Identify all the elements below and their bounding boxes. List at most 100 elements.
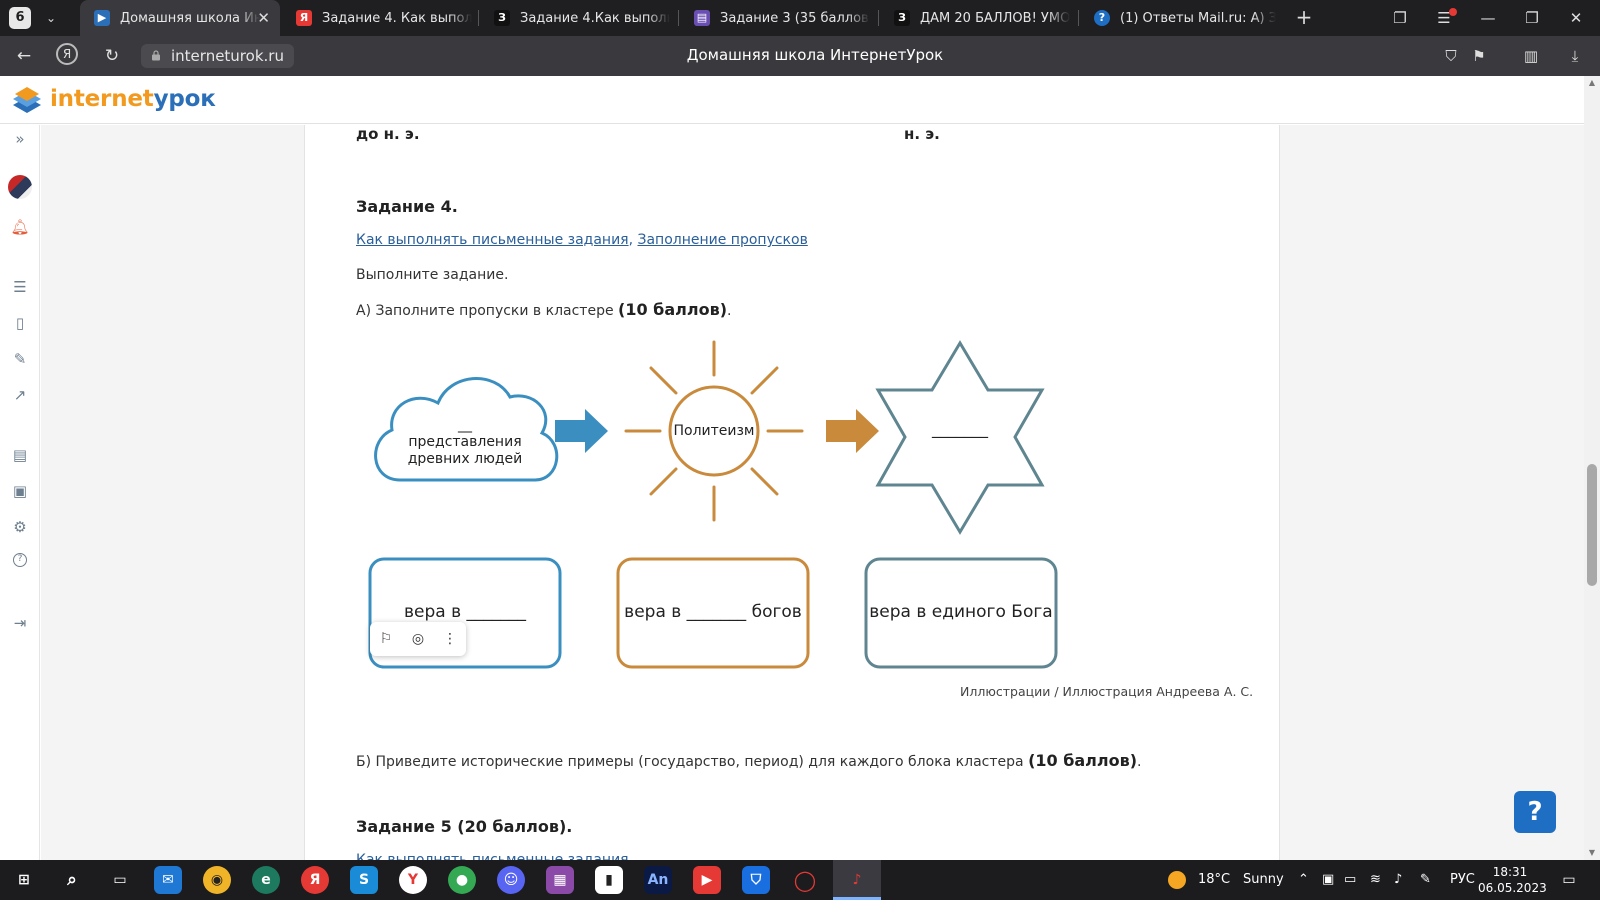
interneturok-logo-icon[interactable] (10, 83, 44, 117)
windows-taskbar: ⊞ ⌕ ▭ ✉ ◉ e Я S Y ● ☺ ▦ ▮ An ▶ ⛉ ◯ ♪ 18°… (0, 860, 1600, 900)
page-scrollbar[interactable]: ▲ ▼ (1584, 76, 1600, 860)
wallet-icon[interactable]: ▣ (10, 481, 30, 501)
bell-icon[interactable]: 🔔︎ (10, 217, 30, 237)
protect-icon[interactable]: ⛉ (1440, 45, 1462, 67)
mail-app-icon[interactable]: ✉ (154, 866, 182, 894)
clock-time: 18:31 (1492, 865, 1528, 879)
page-background-right (1280, 125, 1584, 860)
gear-icon[interactable]: ⚙ (10, 517, 30, 537)
bookmark-icon[interactable]: ⚑ (1468, 45, 1490, 67)
battery-icon[interactable]: ▭ (1344, 860, 1356, 900)
tab-separator (1078, 10, 1079, 26)
download-icon[interactable]: ⤓ (1564, 45, 1586, 67)
skype-icon[interactable]: S (350, 866, 378, 894)
bookmark-icon[interactable]: ⚐ (376, 629, 396, 649)
link-fill-gaps[interactable]: Заполнение пропусков (638, 232, 808, 248)
mail-answers-favicon: ? (1094, 10, 1110, 26)
reader-favicon: ▤ (694, 10, 710, 26)
wifi-icon[interactable]: ≋ (1370, 860, 1381, 900)
bookmarks-panel-icon[interactable]: ❐ (1378, 0, 1422, 36)
active-app-icon[interactable]: ♪ (843, 866, 871, 894)
homework-icon[interactable]: ✎ (10, 349, 30, 369)
tab-title: Задание 4.Как выполнять письменные (520, 10, 670, 26)
part-b-points: (10 баллов) (1028, 751, 1138, 770)
winrar-icon[interactable]: ▦ (546, 866, 574, 894)
youtube-icon[interactable]: ▶ (693, 866, 721, 894)
tray-app-icon[interactable]: ▣ (1322, 860, 1334, 900)
progress-chart-icon[interactable]: ↗ (10, 385, 30, 405)
scroll-up-icon[interactable]: ▲ (1584, 76, 1600, 90)
weather-temp[interactable]: 18°C (1198, 860, 1230, 900)
opera-icon[interactable]: ◯ (791, 866, 819, 894)
orange-arrow (826, 409, 879, 453)
menu-icon[interactable]: ☰ (1422, 0, 1466, 36)
tab-mail-answers[interactable]: ? (1) Ответы Mail.ru: А) Заполните (1080, 0, 1276, 36)
list-icon[interactable]: ☰ (10, 277, 30, 297)
help-icon[interactable]: ? (13, 553, 27, 567)
part-a-label: А) Заполните пропуски в кластере (356, 303, 619, 319)
volume-icon[interactable]: ♪ (1394, 860, 1402, 900)
avatar[interactable] (8, 175, 32, 199)
tab-separator (478, 10, 479, 26)
image-toolbar: ⚐ ◎ ⋮ (370, 622, 466, 656)
scroll-down-icon[interactable]: ▼ (1584, 846, 1600, 860)
close-window-icon[interactable]: ✕ (1554, 0, 1598, 36)
tab-yandex[interactable]: Я Задание 4. Как выполнять письменные за… (282, 0, 472, 36)
part-b-end: . (1137, 754, 1142, 770)
close-icon[interactable]: ✕ (257, 9, 270, 27)
discord-icon[interactable]: ☺ (497, 866, 525, 894)
tab-separator (678, 10, 679, 26)
yandex-y-icon[interactable]: Y (399, 866, 427, 894)
chevron-down-icon[interactable]: ⌄ (40, 7, 62, 29)
yandex-icon[interactable]: Я (301, 866, 329, 894)
collections-icon[interactable]: ▥ (1520, 45, 1542, 67)
pen-icon[interactable]: ✎ (1420, 860, 1431, 900)
scroll-thumb[interactable] (1587, 464, 1597, 586)
cloud-line-2: древних людей (407, 451, 523, 467)
site-logo[interactable]: internetурок (50, 86, 216, 112)
tab-znanija-1[interactable]: З Задание 4.Как выполнять письменные (480, 0, 670, 36)
link-separator: , (628, 232, 634, 248)
shield-icon[interactable]: ⛉ (742, 866, 770, 894)
link-written-tasks[interactable]: Как выполнять письменные задания (356, 232, 629, 248)
clock[interactable]: 18:31 06.05.2023 (1478, 864, 1547, 896)
camera-search-icon[interactable]: ◎ (408, 629, 428, 649)
schedule-icon[interactable]: ▯ (10, 313, 30, 333)
tab-count-button[interactable]: 6 (9, 7, 31, 29)
tab-reader[interactable]: ▤ Задание 3 (35 баллов). Как (680, 0, 870, 36)
tab-title: ДАМ 20 БАЛЛОВ! УМОЛЯЮ (920, 10, 1070, 26)
search-icon[interactable]: ⌕ (58, 866, 86, 894)
notification-center-icon[interactable]: ▭ (1558, 869, 1580, 891)
task-view-icon[interactable]: ▭ (106, 866, 134, 894)
edge-icon[interactable]: e (252, 866, 280, 894)
task-instruction: Выполните задание. (356, 267, 509, 283)
tab-title: Задание 3 (35 баллов). Как (720, 10, 870, 26)
yandex-favicon: Я (296, 10, 312, 26)
page-background-left (41, 125, 304, 860)
browser-tab-strip: 6 ⌄ ▶ Домашняя школа ИнтернетУрок ✕ Я За… (0, 0, 1600, 36)
restore-icon[interactable]: ❐ (1510, 0, 1554, 36)
animate-icon[interactable]: An (644, 866, 672, 894)
illustration-caption: Иллюстрации / Иллюстрация Андреева А. С. (960, 684, 1254, 699)
chrome-icon[interactable]: ● (448, 866, 476, 894)
task-5-title: Задание 5 (20 баллов). (356, 817, 573, 836)
tab-znanija-2[interactable]: З ДАМ 20 БАЛЛОВ! УМОЛЯЮ (880, 0, 1070, 36)
new-tab-button[interactable]: + (1292, 6, 1316, 30)
logout-icon[interactable]: ⇥ (10, 613, 30, 633)
tray-chevron-icon[interactable]: ⌃ (1298, 860, 1309, 900)
language-indicator[interactable]: РУС (1450, 860, 1475, 900)
page-title: Домашняя школа ИнтернетУрок (686, 46, 944, 64)
box-1-label: вера в _______ (403, 602, 526, 622)
tab-interneturok[interactable]: ▶ Домашняя школа ИнтернетУрок ✕ (80, 0, 280, 36)
expand-sidebar-icon[interactable]: » (10, 129, 30, 149)
help-button[interactable]: ? (1514, 791, 1556, 833)
app-icon[interactable]: ▮ (595, 866, 623, 894)
weather-text[interactable]: Sunny (1243, 860, 1284, 900)
minimize-icon[interactable]: — (1466, 0, 1510, 36)
windows-start-icon[interactable]: ⊞ (10, 866, 38, 894)
yandex-browser-icon[interactable]: ◉ (203, 866, 231, 894)
weather-sun-icon[interactable] (1168, 871, 1186, 889)
documents-icon[interactable]: ▤ (10, 445, 30, 465)
more-options-icon[interactable]: ⋮ (440, 629, 460, 649)
part-b-text: Б) Приведите исторические примеры (госуд… (356, 751, 1142, 770)
